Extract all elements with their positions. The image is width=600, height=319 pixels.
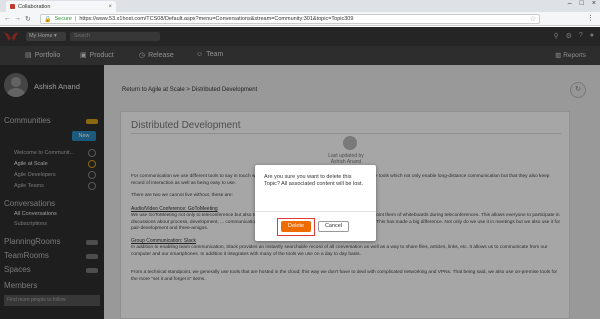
browser-tab[interactable]: Collaboration ×	[6, 1, 116, 12]
dialog-divider	[255, 211, 376, 212]
maximize-icon[interactable]: □	[580, 0, 584, 7]
window-controls: – □ ×	[568, 0, 596, 7]
tab-title: Collaboration	[18, 3, 51, 10]
close-tab-icon[interactable]: ×	[108, 4, 112, 10]
url-text: https://www.53.x1host.com/TCS08/Default.…	[79, 16, 354, 22]
secure-label: Secure	[54, 16, 72, 22]
dialog-message: Are you sure you want to delete this Top…	[264, 174, 364, 187]
close-window-icon[interactable]: ×	[592, 0, 596, 7]
favicon-icon	[10, 4, 15, 9]
delete-confirm-dialog: Are you sure you want to delete this Top…	[255, 165, 376, 241]
browser-tab-strip: Collaboration × – □ ×	[0, 0, 600, 12]
forward-icon[interactable]: →	[14, 15, 21, 22]
address-bar[interactable]: 🔒 Secure | https://www.53.x1host.com/TCS…	[40, 14, 540, 24]
browser-toolbar: ← → ↻ 🔒 Secure | https://www.53.x1host.c…	[0, 12, 600, 26]
reload-icon[interactable]: ↻	[25, 15, 31, 23]
lock-icon: 🔒	[44, 16, 52, 23]
bookmark-star-icon[interactable]: ☆	[530, 15, 536, 23]
delete-button[interactable]: Delete	[281, 221, 311, 232]
cancel-button[interactable]: Cancel	[318, 221, 349, 232]
browser-menu-icon[interactable]: ⋮	[587, 14, 594, 22]
back-icon[interactable]: ←	[4, 15, 11, 22]
minimize-icon[interactable]: –	[568, 0, 572, 7]
